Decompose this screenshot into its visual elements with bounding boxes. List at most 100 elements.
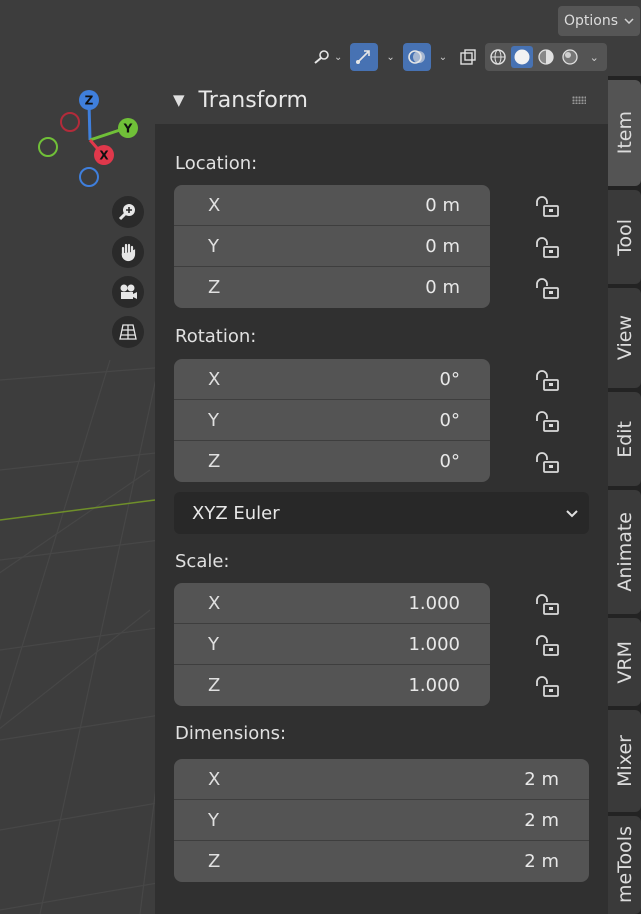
- tab-item[interactable]: Item: [608, 80, 641, 186]
- location-x-lock-toggle[interactable]: [530, 192, 566, 222]
- transform-gizmo-dropdown[interactable]: [350, 43, 379, 71]
- unlock-icon: [536, 594, 559, 615]
- chevron-down-icon: ⌄: [589, 50, 599, 64]
- scale-x-field[interactable]: X 1.000: [174, 583, 490, 624]
- tab-view[interactable]: View: [608, 288, 641, 388]
- wireframe-shading-icon: [490, 49, 506, 65]
- rotation-x-lock-toggle[interactable]: [530, 366, 566, 396]
- dimensions-z-field[interactable]: Z 2 m: [174, 841, 589, 882]
- pivot-icon: [314, 50, 329, 64]
- transform-gizmo-icon: [356, 50, 371, 64]
- rotation-z-field[interactable]: Z 0°: [174, 441, 490, 482]
- options-label: Options: [563, 13, 619, 29]
- navigation-gizmo[interactable]: Z Y X: [30, 85, 150, 195]
- scale-x-lock-toggle[interactable]: [530, 590, 566, 620]
- overlays-chevron[interactable]: ⌄: [435, 43, 451, 71]
- transform-panel-header[interactable]: ▼ Transform: [155, 76, 608, 124]
- tab-animate[interactable]: Animate: [608, 490, 641, 614]
- axis-label: Y: [208, 235, 219, 257]
- wireframe-shading-button[interactable]: [487, 46, 509, 68]
- options-button[interactable]: Options: [558, 6, 640, 36]
- perspective-toggle-button[interactable]: [112, 316, 144, 348]
- chevron-down-icon: [624, 18, 634, 24]
- tab-tool[interactable]: Tool: [608, 190, 641, 284]
- xray-toggle[interactable]: [455, 43, 481, 71]
- scale-y-lock-toggle[interactable]: [530, 631, 566, 661]
- location-z-lock-toggle[interactable]: [530, 274, 566, 304]
- tab-label: View: [613, 315, 636, 361]
- location-label: Location:: [175, 153, 258, 174]
- dimensions-y-field[interactable]: Y 2 m: [174, 800, 589, 841]
- tab-mixer[interactable]: Mixer: [608, 710, 641, 812]
- field-value: 1.000: [408, 633, 460, 655]
- unlock-icon: [536, 370, 559, 391]
- zoom-button[interactable]: [112, 196, 144, 228]
- scale-z-field[interactable]: Z 1.000: [174, 665, 490, 706]
- axis-label: Z: [208, 451, 221, 472]
- axis-label: X: [208, 768, 221, 790]
- solid-shading-icon: [514, 49, 530, 65]
- chevron-down-icon: ⌄: [334, 51, 343, 63]
- axis-label: Z: [208, 851, 221, 872]
- unlock-icon: [536, 676, 559, 697]
- pan-button[interactable]: [112, 236, 144, 268]
- field-value: 1.000: [408, 675, 460, 696]
- scale-label: Scale:: [175, 551, 230, 572]
- field-value: 0°: [439, 409, 460, 431]
- material-preview-icon: [538, 49, 554, 65]
- transform-gizmo-chevron[interactable]: ⌄: [382, 43, 398, 71]
- material-preview-button[interactable]: [535, 46, 557, 68]
- scale-fields: X 1.000 Y 1.000 Z 1.000: [174, 583, 490, 706]
- field-value: 0 m: [425, 277, 460, 298]
- unlock-icon: [536, 196, 559, 217]
- rotation-y-field[interactable]: Y 0°: [174, 400, 490, 441]
- location-y-lock-toggle[interactable]: [530, 233, 566, 263]
- location-z-field[interactable]: Z 0 m: [174, 267, 490, 308]
- chevron-down-icon: [566, 510, 578, 518]
- drag-grip-icon[interactable]: [572, 96, 586, 104]
- axis-label: X: [208, 592, 221, 614]
- field-value: 0°: [439, 451, 460, 472]
- solid-shading-button[interactable]: [511, 46, 534, 68]
- location-y-field[interactable]: Y 0 m: [174, 226, 490, 267]
- tab-edit[interactable]: Edit: [608, 392, 641, 486]
- scale-z-lock-toggle[interactable]: [530, 672, 566, 702]
- shading-mode-group: ⌄: [485, 43, 608, 71]
- gizmo-z-label: Z: [85, 94, 94, 108]
- shading-options-dropdown[interactable]: ⌄: [583, 46, 605, 68]
- overlays-icon: [407, 50, 425, 64]
- field-value: 0 m: [425, 194, 460, 216]
- tab-gametools[interactable]: meTools: [608, 816, 641, 914]
- overlays-dropdown[interactable]: [402, 43, 431, 71]
- axis-label: Y: [208, 409, 219, 431]
- field-value: 1.000: [408, 592, 460, 614]
- field-value: 2 m: [524, 851, 559, 872]
- dimensions-fields: X 2 m Y 2 m Z 2 m: [174, 759, 589, 882]
- field-value: 0°: [439, 368, 460, 390]
- unlock-icon: [536, 452, 559, 473]
- tab-vrm[interactable]: VRM: [608, 618, 641, 706]
- rotation-x-field[interactable]: X 0°: [174, 359, 490, 400]
- zoom-icon: [118, 204, 135, 221]
- unlock-icon: [536, 411, 559, 432]
- rotation-y-lock-toggle[interactable]: [530, 407, 566, 437]
- tab-label: Item: [613, 111, 636, 155]
- axis-label: Z: [208, 675, 221, 696]
- rendered-shading-button[interactable]: [559, 46, 581, 68]
- rotation-mode-value: XYZ Euler: [192, 502, 280, 524]
- chevron-down-icon: ⌄: [438, 51, 448, 63]
- panel-title: Transform: [198, 87, 308, 113]
- axis-label: Y: [208, 809, 219, 831]
- viewport-header-tools: ⌄ ⌄ ⌄ ⌄: [308, 42, 608, 72]
- rotation-mode-dropdown[interactable]: XYZ Euler: [174, 492, 589, 534]
- collapse-triangle-icon: ▼: [173, 91, 185, 109]
- rotation-z-lock-toggle[interactable]: [530, 448, 566, 478]
- scale-y-field[interactable]: Y 1.000: [174, 624, 490, 665]
- pivot-point-dropdown[interactable]: ⌄: [308, 43, 346, 71]
- axis-label: Z: [208, 277, 221, 298]
- perspective-toggle-icon: [119, 324, 137, 340]
- camera-view-button[interactable]: [112, 276, 144, 308]
- location-x-field[interactable]: X 0 m: [174, 185, 490, 226]
- unlock-icon: [536, 635, 559, 656]
- dimensions-x-field[interactable]: X 2 m: [174, 759, 589, 800]
